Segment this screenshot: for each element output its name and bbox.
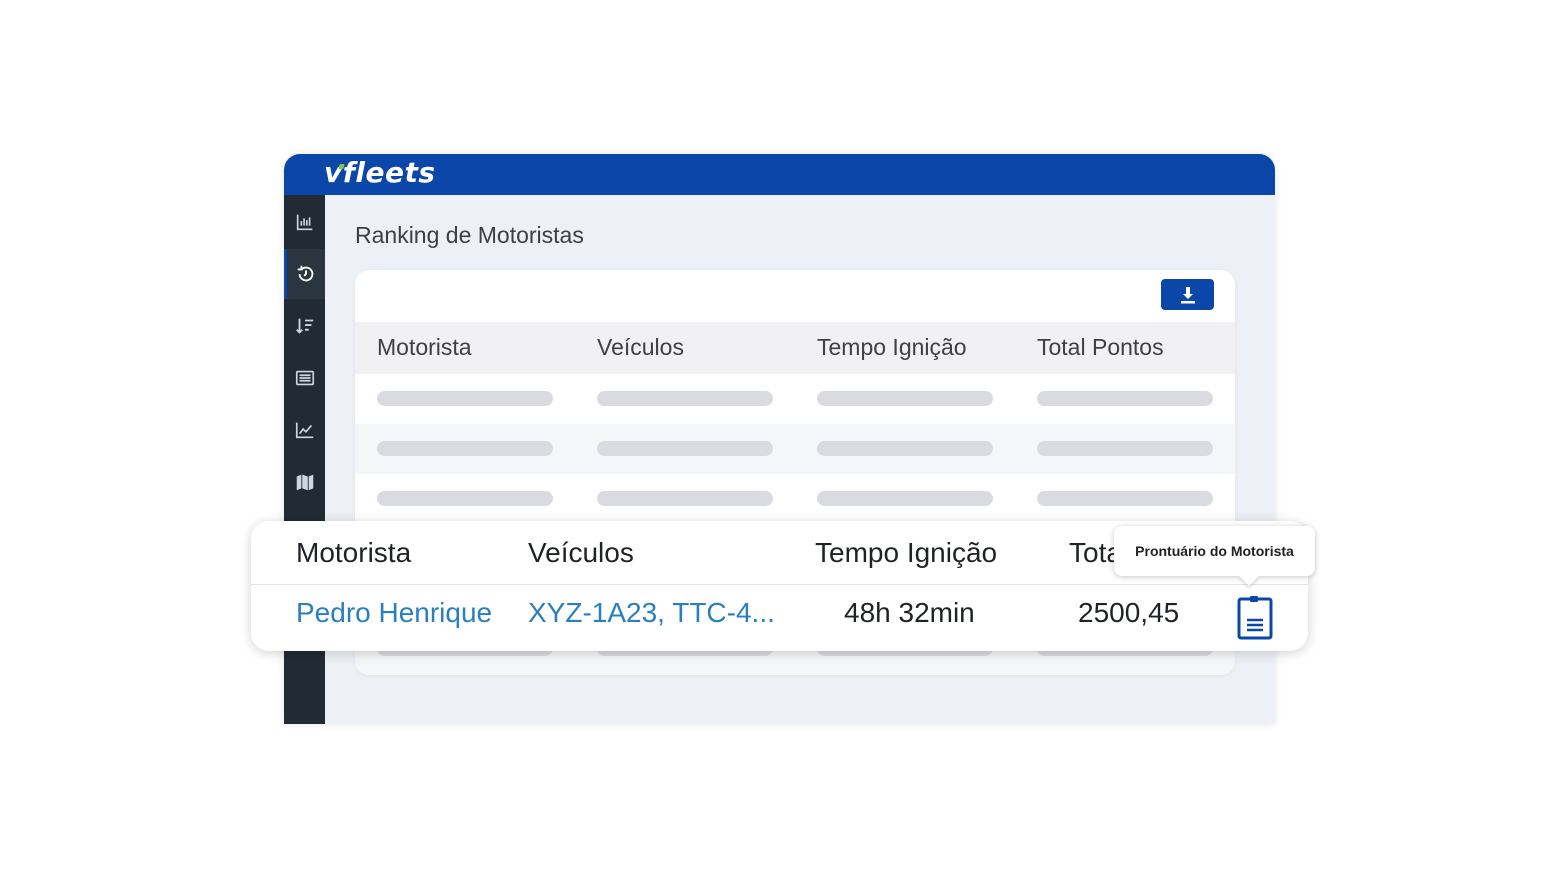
top-bar: vfleets [284,154,1275,195]
skeleton-cell [1037,491,1213,506]
table-row-loading [355,474,1235,524]
vfleets-logo[interactable]: vfleets [324,156,436,189]
download-button[interactable] [1161,279,1214,310]
tooltip-prontuario: Prontuário do Motorista [1114,526,1315,586]
column-header-total-pontos[interactable]: Total Pontos [1037,334,1164,361]
map-icon [296,474,313,491]
sidebar-item-analytics[interactable] [284,405,325,455]
skeleton-cell [597,391,773,406]
line-chart-icon [295,422,313,439]
history-icon [297,265,314,282]
column-header-motorista[interactable]: Motorista [377,334,472,361]
skeleton-cell [377,391,553,406]
skeleton-cell [817,391,993,406]
popup-header-tempo-ignicao: Tempo Ignição [815,537,998,568]
skeleton-cell [377,491,553,506]
vehicles-link[interactable]: XYZ-1A23, TTC-4... [528,597,775,629]
skeleton-cell [377,441,553,456]
total-points-value: 2500,45 [1078,597,1180,628]
skeleton-cell [597,441,773,456]
tooltip-text: Prontuário do Motorista [1135,543,1294,559]
skeleton-cell [597,491,773,506]
skeleton-cell [1037,441,1213,456]
sidebar-item-history[interactable] [284,249,325,299]
sort-icon [295,318,313,334]
table-row-loading [355,374,1235,424]
ignition-time-value: 48h 32min [844,597,975,628]
column-header-tempo-ignicao[interactable]: Tempo Ignição [817,334,967,361]
download-icon [1180,286,1195,303]
bar-chart-icon [296,214,312,231]
page-title: Ranking de Motoristas [355,222,584,248]
skeleton-cell [1037,391,1213,406]
clipboard-icon[interactable] [1237,594,1273,640]
table-row-loading [355,424,1235,474]
popup-header-motorista: Motorista [296,537,412,568]
table-header: Motorista Veículos Tempo Ignição Total P… [355,322,1235,374]
sidebar-item-list[interactable] [284,353,325,403]
divider [251,584,1308,585]
popup-header-veiculos: Veículos [528,537,634,568]
column-header-veiculos[interactable]: Veículos [597,334,684,361]
skeleton-cell [817,441,993,456]
sidebar-item-sort[interactable] [284,301,325,351]
tooltip-arrow [1239,566,1259,586]
skeleton-cell [817,491,993,506]
sidebar-item-map[interactable] [284,457,325,507]
driver-name-link[interactable]: Pedro Henrique [296,597,492,629]
list-icon [295,370,314,386]
sidebar-item-dashboard[interactable] [284,197,325,247]
driver-detail-popup: Motorista Veículos Tempo Ignição Tota Pe… [251,521,1315,651]
